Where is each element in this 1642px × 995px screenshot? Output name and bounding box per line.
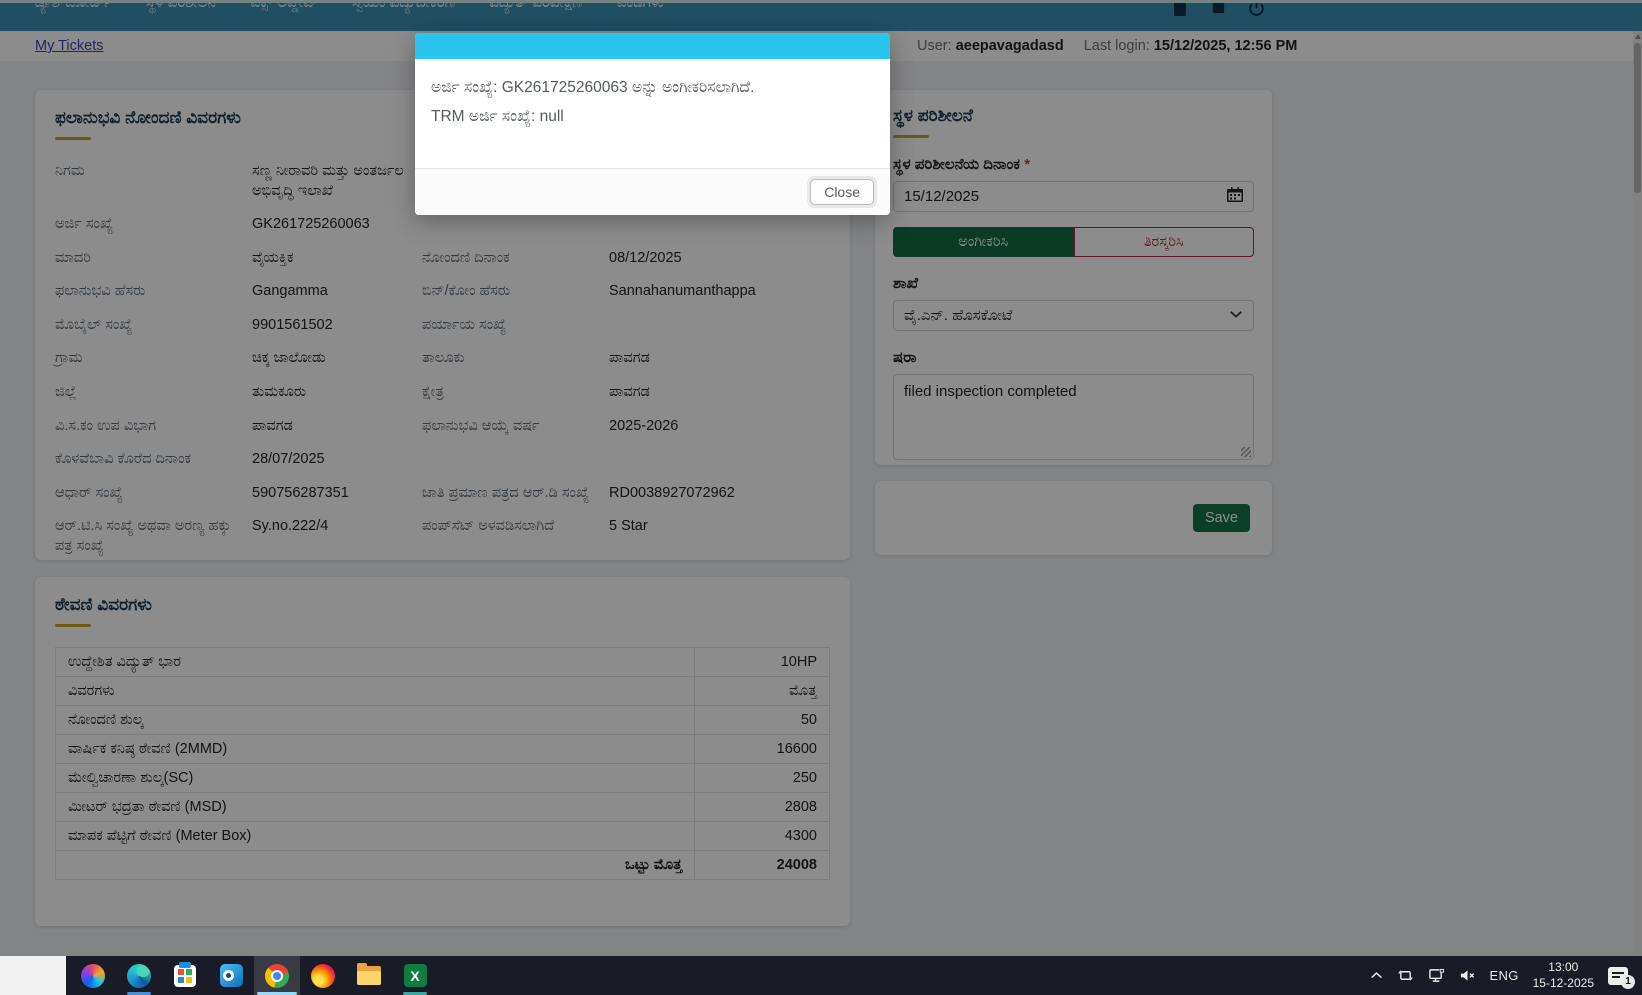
tray-chevron-up-icon[interactable] xyxy=(1370,969,1383,982)
close-button[interactable]: Close xyxy=(810,179,874,205)
excel-taskbar-icon[interactable]: X xyxy=(392,956,438,995)
approval-result-dialog: ಅರ್ಜಿ ಸಂಖ್ಯೆ: GK261725260063 ಅನ್ನು ಅಂಗೀಕ… xyxy=(415,33,890,215)
outlook-taskbar-icon[interactable] xyxy=(208,956,254,995)
tray-time: 13:00 xyxy=(1548,959,1579,974)
windows-taskbar: X ENG 13:00 15-12-2025 1 xyxy=(0,956,1642,995)
dialog-footer: Close xyxy=(415,168,890,215)
chrome-taskbar-icon[interactable] xyxy=(254,956,300,995)
microsoft-store-taskbar-icon[interactable] xyxy=(162,956,208,995)
firefox-taskbar-icon[interactable] xyxy=(300,956,346,995)
edge-taskbar-icon[interactable] xyxy=(116,956,162,995)
notification-badge: 1 xyxy=(1621,974,1635,989)
dialog-message-line2: TRM ಅರ್ಜಿ ಸಂಖ್ಯೆ: null xyxy=(431,108,564,125)
dialog-message-line1: ಅರ್ಜಿ ಸಂಖ್ಯೆ: GK261725260063 ಅನ್ನು ಅಂಗೀಕ… xyxy=(431,79,755,96)
tray-volume-muted-icon[interactable] xyxy=(1459,968,1476,983)
tray-network-icon[interactable] xyxy=(1428,968,1445,983)
tray-date: 15-12-2025 xyxy=(1532,975,1594,990)
tray-clock[interactable]: 13:00 15-12-2025 xyxy=(1533,960,1594,991)
tray-language-indicator[interactable]: ENG xyxy=(1490,968,1519,983)
copilot-taskbar-icon[interactable] xyxy=(70,956,116,995)
notification-center-icon[interactable]: 1 xyxy=(1608,966,1635,989)
taskbar-start-area[interactable] xyxy=(0,956,66,995)
tray-tablet-mode-icon[interactable] xyxy=(1397,968,1414,983)
dialog-header-bar xyxy=(415,33,890,59)
file-explorer-taskbar-icon[interactable] xyxy=(346,956,392,995)
